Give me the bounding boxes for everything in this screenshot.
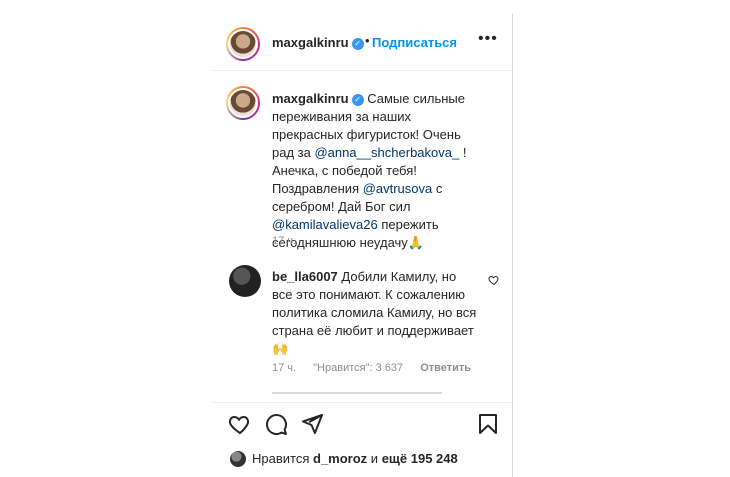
follow-button[interactable]: Подписаться [372,35,457,50]
liker-username[interactable]: d_moroz [313,451,367,466]
header-separator: • [365,33,370,48]
more-options-icon[interactable]: ••• [478,30,498,48]
mention-avtrusova[interactable]: @avtrusova [363,181,433,196]
heart-icon[interactable] [228,412,252,436]
comment-likes-count[interactable]: "Нравится": 3 637 [313,362,403,374]
header-divider [212,70,512,71]
comment-icon[interactable] [264,412,288,436]
pray-emoji-icon: 🙏 [407,235,424,250]
action-bar [212,410,512,440]
likes-text: Нравится d_moroz и ещё 195 248 [252,451,458,466]
caption-text: maxgalkinru ✓ Самые сильные переживания з… [272,90,477,252]
comment-text: be_lla6007 Добили Камилу, но все это пон… [272,268,477,358]
post-header: maxgalkinru ✓ • Подписаться ••• [212,14,512,70]
next-comment-clipped [272,390,442,396]
mention-shcherbakova[interactable]: @anna__shcherbakova_ [314,145,459,160]
commenter-username[interactable]: be_lla6007 [272,269,338,284]
comment-timestamp[interactable]: 17 ч. [272,362,296,374]
likes-count[interactable]: ещё 195 248 [382,451,458,466]
comment-like-heart-icon[interactable] [488,274,500,286]
bookmark-icon[interactable] [476,412,500,436]
actions-divider [212,402,512,403]
author-username[interactable]: maxgalkinru ✓ [272,35,364,50]
liker-avatar[interactable] [230,451,246,467]
comment-meta: 17 ч. "Нравится": 3 637 Ответить [272,362,485,374]
reply-button[interactable]: Ответить [420,362,471,374]
mention-kamilavalieva[interactable]: @kamilavalieva26 [272,217,378,232]
likes-and: и [370,451,379,466]
caption-username[interactable]: maxgalkinru ✓ [272,91,364,106]
verified-badge-icon: ✓ [351,93,364,106]
caption-timestamp[interactable]: 17 ч. [272,235,296,247]
raised-hands-emoji-icon: 🙌 [272,341,289,356]
caption-avatar[interactable] [226,86,260,120]
verified-badge-icon: ✓ [351,37,364,50]
instagram-post-panel: maxgalkinru ✓ • Подписаться ••• maxgalkin… [212,14,513,477]
likes-prefix: Нравится [252,451,310,466]
commenter-avatar[interactable] [229,265,261,297]
share-icon[interactable] [300,412,324,436]
author-avatar[interactable] [226,27,260,61]
